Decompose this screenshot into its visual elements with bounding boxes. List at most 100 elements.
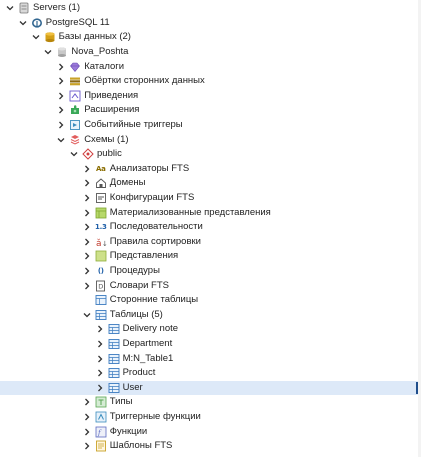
tree-node-foreign-tables[interactable]: Сторонние таблицы [0, 293, 421, 308]
chevron-down-icon[interactable] [31, 31, 41, 43]
sequences-icon: 1.3 [95, 221, 107, 233]
tree-node-event-triggers[interactable]: Событийные триггеры [0, 118, 421, 133]
tree-node-servers-1[interactable]: Servers (1) [0, 1, 421, 16]
fts-parsers-icon-text: Aa [96, 164, 106, 173]
foreign-tables-icon [95, 294, 107, 306]
tree-node-materialized-views[interactable]: Материализованные представления [0, 205, 421, 220]
tree-node-fts[interactable]: Aa Анализаторы FTS [0, 162, 421, 177]
tree-node-label: Домены [109, 177, 146, 189]
tree-node-department[interactable]: Department [0, 337, 421, 352]
svg-text:D: D [98, 282, 103, 290]
tree-node-2[interactable]: Базы данных (2) [0, 30, 421, 45]
tree-node-sequences[interactable]: 1.3 Последовательности [0, 220, 421, 235]
tree-node-product[interactable]: Product [0, 366, 421, 381]
tree-node-label: Сторонние таблицы [109, 294, 199, 306]
svg-text:ǎ: ǎ [96, 239, 102, 248]
chevron-down-icon[interactable] [56, 134, 66, 146]
tree-node-label: User [122, 381, 143, 393]
functions-icon: f [95, 426, 107, 438]
tree-node-catalogs[interactable]: Каталоги [0, 59, 421, 74]
svg-text:↓: ↓ [102, 240, 107, 248]
schemas-icon [69, 134, 81, 146]
chevron-right-icon[interactable] [82, 280, 92, 292]
table-icon [108, 338, 120, 350]
chevron-right-icon[interactable] [82, 426, 92, 438]
chevron-right-icon[interactable] [82, 265, 92, 277]
domains-icon [95, 177, 107, 189]
table-icon [108, 323, 120, 335]
chevron-down-icon[interactable] [5, 2, 15, 14]
chevron-right-icon[interactable] [82, 236, 92, 248]
tree-node-functions[interactable]: f Функции [0, 424, 421, 439]
materialized-views-icon [95, 207, 107, 219]
tree-node-label: Базы данных (2) [58, 31, 131, 43]
chevron-down-icon[interactable] [82, 309, 92, 321]
chevron-down-icon[interactable] [18, 17, 28, 29]
chevron-right-icon[interactable] [56, 61, 66, 73]
chevron-right-icon[interactable] [56, 75, 66, 87]
tree-node-label: Схемы (1) [84, 133, 129, 145]
chevron-right-icon[interactable] [82, 192, 92, 204]
event-triggers-icon [69, 119, 81, 131]
tree-node-foreign-data-wrappers[interactable]: Обёртки сторонних данных [0, 74, 421, 89]
chevron-right-icon[interactable] [95, 367, 105, 379]
table-icon [108, 353, 120, 365]
tree-node-procedures[interactable]: () Процедуры [0, 264, 421, 279]
tree-node-label: Servers (1) [33, 2, 80, 14]
tree-node-casts[interactable]: Приведения [0, 89, 421, 104]
tree-node-domains[interactable]: Домены [0, 176, 421, 191]
tree-node-1[interactable]: Схемы (1) [0, 132, 421, 147]
chevron-right-icon[interactable] [82, 411, 92, 423]
chevron-right-icon[interactable] [82, 207, 92, 219]
chevron-right-icon[interactable] [82, 396, 92, 408]
tree-node-collations[interactable]: ǎ ↓ Правила сортировки [0, 235, 421, 250]
chevron-right-icon[interactable] [95, 382, 105, 394]
chevron-right-icon[interactable] [82, 440, 92, 452]
chevron-down-icon[interactable] [69, 148, 79, 160]
chevron-right-icon[interactable] [56, 119, 66, 131]
tree-node-public[interactable]: public [0, 147, 421, 162]
tree-node-5[interactable]: Таблицы (5) [0, 308, 421, 323]
chevron-right-icon[interactable] [56, 104, 66, 116]
tree-node-views[interactable]: Представления [0, 249, 421, 264]
fts-dictionaries-icon: D [95, 280, 107, 292]
chevron-right-icon[interactable] [82, 221, 92, 233]
tree-node-types[interactable]: Типы [0, 395, 421, 410]
foreign-data-wrappers-icon [69, 75, 81, 87]
chevron-right-icon[interactable] [95, 353, 105, 365]
tree-node-fts[interactable]: Шаблоны FTS [0, 439, 421, 454]
tree-node-label: Department [122, 338, 173, 350]
fts-configurations-icon [95, 192, 107, 204]
tree-node-user[interactable]: User [0, 380, 421, 396]
chevron-right-icon[interactable] [82, 250, 92, 262]
tree-node-label: Расширения [84, 104, 140, 116]
tree-node-label: Процедуры [109, 265, 160, 277]
trigger-functions-icon [95, 411, 107, 423]
tree-node-postgresql-11[interactable]: PostgreSQL 11 [0, 16, 421, 31]
chevron-right-icon[interactable] [56, 90, 66, 102]
tree-node-fts[interactable]: D Словари FTS [0, 278, 421, 293]
tree-node-extensions[interactable]: Расширения [0, 103, 421, 118]
tree-node-nova-poshta[interactable]: Nova_Poshta [0, 45, 421, 60]
tree-node-m-n-table1[interactable]: M:N_Table1 [0, 351, 421, 366]
collations-icon: ǎ ↓ [95, 236, 107, 248]
tree-node-label: Словари FTS [109, 279, 169, 291]
tree-node-label: Таблицы (5) [109, 308, 163, 320]
extensions-icon [69, 104, 81, 116]
chevron-right-icon[interactable] [82, 163, 92, 175]
chevron-right-icon[interactable] [95, 338, 105, 350]
tree-node-delivery-note[interactable]: Delivery note [0, 322, 421, 337]
tree-node-label: Материализованные представления [109, 206, 271, 218]
tree-node-fts[interactable]: Конфигурации FTS [0, 191, 421, 206]
chevron-down-icon[interactable] [43, 46, 53, 58]
tree-node-label: Функции [109, 425, 148, 437]
chevron-right-icon[interactable] [82, 177, 92, 189]
postgres-elephant-icon [31, 17, 43, 29]
toggle-spacer [82, 294, 92, 306]
tree-node-label: Каталоги [84, 60, 125, 72]
tree-node-label: public [97, 148, 122, 160]
tree-node-label: Последовательности [109, 221, 203, 233]
procedures-icon-text: () [97, 267, 104, 276]
chevron-right-icon[interactable] [95, 323, 105, 335]
tree-node-trigger-functions[interactable]: Триггерные функции [0, 410, 421, 425]
